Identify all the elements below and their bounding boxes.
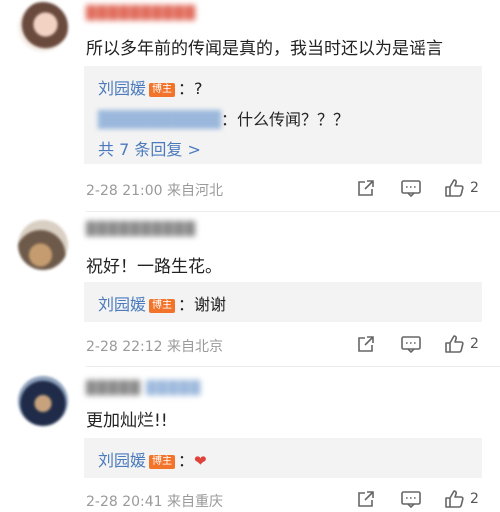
reply-box[interactable]: 刘园媛 博主 ：❤ [84,438,482,478]
comment-actions: 2 [356,489,486,511]
comment-text: 更加灿烂!! [86,411,168,431]
reply-author[interactable]: 刘园媛 [98,79,146,98]
comment-meta: 2-28 22:12 来自北京 [86,339,224,355]
share-icon[interactable] [356,334,376,356]
share-icon[interactable] [356,489,376,511]
more-replies-link[interactable]: 共 7 条回复 > [98,136,201,160]
like-button[interactable]: 2 [444,178,486,200]
commenter-name-blurred[interactable]: █████ █████ [86,381,201,396]
reply-author[interactable]: 刘园媛 [98,451,146,470]
share-icon[interactable] [356,178,376,200]
reply-line: ██████████：什么传闻？？？ [98,106,349,130]
commenter-name-blurred[interactable]: ██████████ [86,6,206,21]
like-count: 2 [470,336,479,352]
author-badge: 博主 [149,455,176,469]
reply-text: ：谢谢 [178,295,227,314]
author-badge: 博主 [149,83,176,97]
divider [86,211,500,212]
like-icon [445,490,464,508]
avatar[interactable] [18,2,68,52]
reply-sub-text: ：什么传闻？？？ [221,110,350,129]
comment-meta: 2-28 21:00 来自河北 [86,183,224,199]
comment-item: ██████████ 所以多年前的传闻是真的，我当时还以为是谣言 刘园媛 博主：?… [0,0,500,212]
comment-actions: 2 [356,178,486,200]
reply-line: 刘园媛 博主：? [98,75,203,99]
reply-box[interactable]: 刘园媛 博主：? ██████████：什么传闻？？？ 共 7 条回复 > [84,66,482,164]
comment-meta: 2-28 20:41 来自重庆 [86,494,224,510]
author-badge: 博主 [149,299,176,313]
like-button[interactable]: 2 [444,334,486,356]
divider [86,366,500,367]
heart-emoji: ❤ [194,452,207,470]
comment-icon[interactable] [400,489,422,511]
reply-line: 刘园媛 博主 ：谢谢 [98,291,226,315]
reply-box[interactable]: 刘园媛 博主 ：谢谢 [84,282,482,322]
comment-icon[interactable] [400,334,422,356]
like-icon [445,335,464,353]
commenter-name-blurred[interactable]: ██████████ [86,222,196,237]
like-button[interactable]: 2 [444,489,486,511]
reply-text: ：? [178,79,203,98]
reply-text: ： [178,451,195,470]
comment-icon[interactable] [400,178,422,200]
like-count: 2 [470,180,479,196]
comment-text: 祝好！一路生花。 [86,257,222,277]
like-count: 2 [470,491,479,507]
comment-actions: 2 [356,334,486,356]
reply-line: 刘园媛 博主 ：❤ [98,447,207,471]
reply-author[interactable]: 刘园媛 [98,295,146,314]
comment-text: 所以多年前的传闻是真的，我当时还以为是谣言 [86,39,443,59]
like-icon [445,179,464,197]
avatar[interactable] [18,376,68,426]
avatar[interactable] [18,220,68,270]
reply-user-blurred[interactable]: ██████████ [98,110,221,129]
